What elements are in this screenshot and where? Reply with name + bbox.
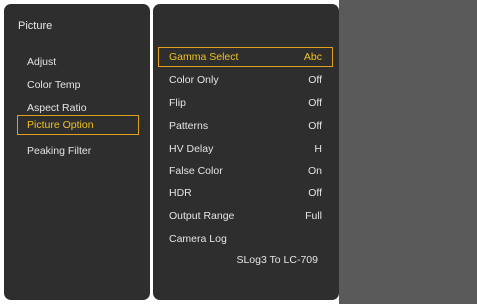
option-false-color[interactable]: False Color On <box>158 161 333 181</box>
option-output-range[interactable]: Output Range Full <box>158 206 333 226</box>
option-label: HV Delay <box>169 143 214 155</box>
option-camera-log[interactable]: Camera Log <box>158 229 333 249</box>
option-gamma-select[interactable]: Gamma Select Abc <box>158 47 333 67</box>
option-hv-delay[interactable]: HV Delay H <box>158 139 333 159</box>
menu-item-peaking-filter[interactable]: Peaking Filter <box>17 141 139 161</box>
option-label: Output Range <box>169 210 235 222</box>
osd-screen: Picture Adjust Color Temp Aspect Ratio P… <box>0 0 477 304</box>
option-label: Flip <box>169 97 186 109</box>
option-label: False Color <box>169 165 223 177</box>
option-value: Off <box>308 120 322 132</box>
option-value: On <box>307 165 322 177</box>
option-color-only[interactable]: Color Only Off <box>158 70 333 90</box>
option-value: Off <box>308 97 322 109</box>
option-hdr[interactable]: HDR Off <box>158 183 333 203</box>
menu-item-color-temp[interactable]: Color Temp <box>17 75 139 95</box>
menu-item-picture-option[interactable]: Picture Option <box>17 115 139 135</box>
option-value: Full <box>305 210 322 222</box>
category-menu-panel: Picture Adjust Color Temp Aspect Ratio P… <box>4 4 150 300</box>
option-label: Color Only <box>169 74 219 86</box>
background-area <box>339 0 477 304</box>
camera-log-value[interactable]: SLog3 To LC-709 <box>158 250 333 270</box>
option-patterns[interactable]: Patterns Off <box>158 116 333 136</box>
option-flip[interactable]: Flip Off <box>158 93 333 113</box>
option-value: Off <box>308 187 322 199</box>
picture-option-panel: Gamma Select Abc Color Only Off Flip Off… <box>153 4 339 300</box>
option-label: Camera Log <box>169 233 227 245</box>
option-label: Patterns <box>169 120 209 132</box>
option-value: H <box>314 143 322 155</box>
option-label: Gamma Select <box>169 51 239 63</box>
option-label: HDR <box>169 187 192 199</box>
option-value: Abc <box>303 51 322 63</box>
menu-title: Picture <box>18 20 53 32</box>
option-value: Off <box>308 74 322 86</box>
menu-item-adjust[interactable]: Adjust <box>17 52 139 72</box>
